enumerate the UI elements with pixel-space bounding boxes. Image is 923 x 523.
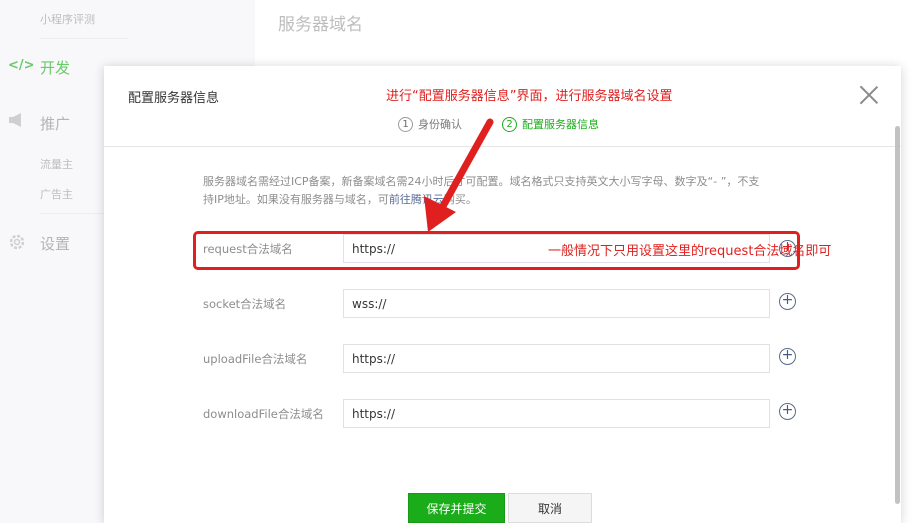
add-socket-domain-icon[interactable]: + — [779, 293, 796, 310]
save-submit-button[interactable]: 保存并提交 — [408, 493, 505, 523]
tencent-cloud-link[interactable]: 前往腾讯云 — [389, 193, 444, 206]
socket-domain-label: socket合法域名 — [203, 297, 287, 311]
modal-scrollbar[interactable] — [895, 126, 900, 504]
step-identity: 1 身份确认 — [398, 116, 462, 132]
description-line: 购买。 — [443, 193, 477, 206]
description-line: 持IP地址。如果没有服务器与域名，可 — [203, 193, 389, 206]
download-domain-input[interactable]: https:// — [343, 399, 770, 428]
close-icon[interactable] — [858, 84, 880, 106]
annotation-field-note: 一般情况下只用设置这里的request合法域名即可 — [548, 244, 832, 259]
description-text: 服务器域名需经过ICP备案，新备案域名需24小时后才可配置。域名格式只支持英文大… — [203, 173, 803, 209]
config-server-modal: 配置服务器信息 1 身份确认 2 配置服务器信息 服务器域名需经过ICP备案，新… — [104, 66, 901, 523]
upload-domain-input[interactable]: https:// — [343, 344, 770, 373]
step-server-config: 2 配置服务器信息 — [502, 116, 599, 132]
add-upload-domain-icon[interactable]: + — [779, 348, 796, 365]
step-label: 身份确认 — [418, 118, 462, 131]
annotation-top-note: 进行“配置服务器信息”界面，进行服务器域名设置 — [386, 89, 673, 104]
download-domain-label: downloadFile合法域名 — [203, 407, 324, 421]
header-divider — [104, 146, 901, 147]
step-indicator: 1 身份确认 2 配置服务器信息 — [104, 116, 901, 136]
description-line: 服务器域名需经过ICP备案，新备案域名需24小时后才可配置。域名格式只支持英文大… — [203, 175, 760, 188]
cancel-button[interactable]: 取消 — [508, 493, 592, 523]
upload-domain-label: uploadFile合法域名 — [203, 352, 308, 366]
step-number: 2 — [502, 116, 517, 132]
add-download-domain-icon[interactable]: + — [779, 403, 796, 420]
socket-domain-input[interactable]: wss:// — [343, 289, 770, 318]
step-label: 配置服务器信息 — [522, 118, 599, 131]
modal-title: 配置服务器信息 — [128, 91, 220, 106]
step-number: 1 — [398, 116, 413, 132]
